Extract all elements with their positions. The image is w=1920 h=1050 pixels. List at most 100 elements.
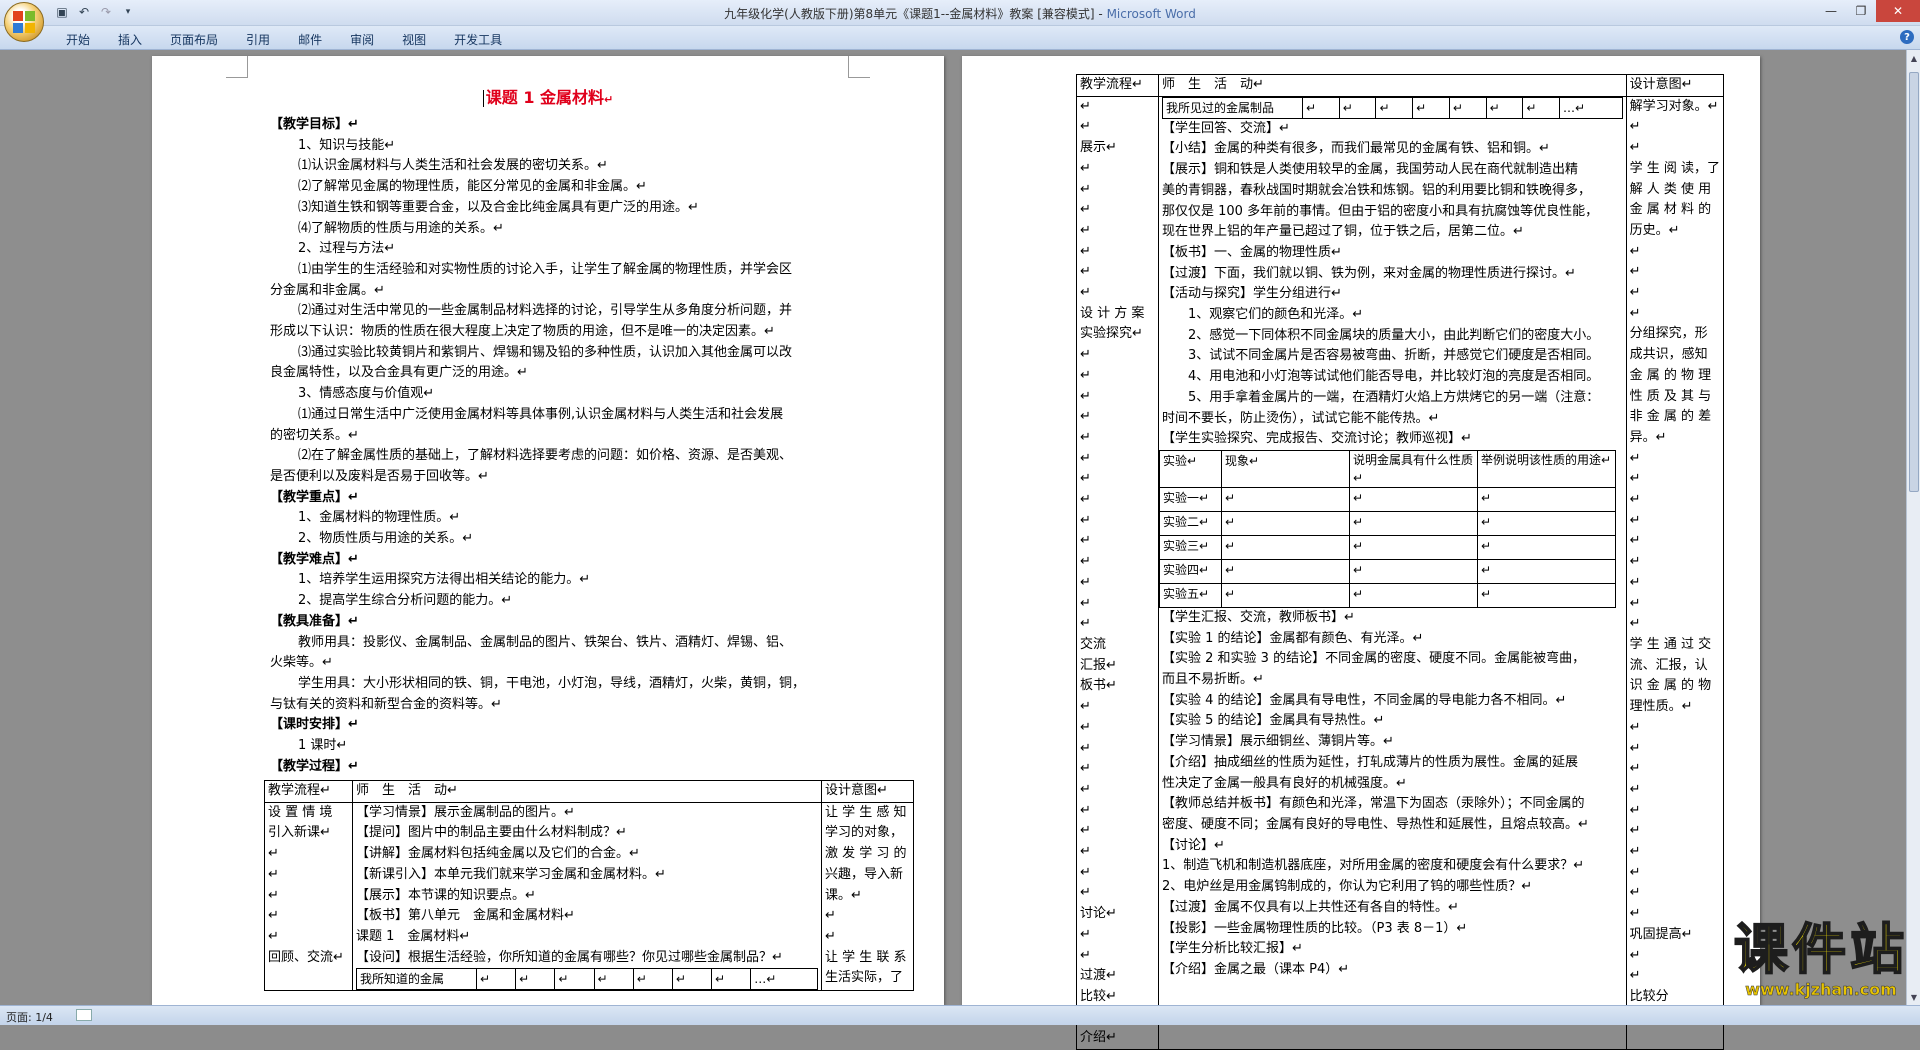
scroll-up-icon[interactable]: ▲ bbox=[1908, 52, 1920, 64]
intent-column: 解学习对象。↵ ↵ ↵ 学 生 阅 读，了解 人 类 使 用金 属 材 料 的历史。↵… bbox=[1625, 95, 1725, 1050]
close-icon[interactable]: ✕ bbox=[1876, 0, 1920, 22]
process-step: ↵ bbox=[1080, 533, 1091, 549]
process-step: ↵ bbox=[268, 846, 279, 862]
paragraph-line: ⑷了解物质的性质与用途的关系。↵ bbox=[298, 220, 504, 236]
tab-1[interactable]: 插入 bbox=[104, 29, 156, 50]
intent-line: ↵ bbox=[825, 908, 836, 924]
document-page-1[interactable]: 课题 1 金属材料↵ 【教学目标】↵ 1、知识与技能↵ ⑴认识金属材料与人类生活和社… bbox=[152, 56, 944, 1005]
activity-line: 【学生汇报、交流，教师板书】↵ bbox=[1162, 609, 1355, 625]
paragraph-line: ⑶知道生铁和钢等重要合金，以及合金比纯金属具有更广泛的用途。↵ bbox=[298, 199, 699, 215]
activity-column: 【学习情景】展示金属制品的图片。↵ 【提问】图片中的制品主要由什么材料制成？↵ 【讲… bbox=[352, 801, 822, 992]
process-step: ↵ bbox=[1080, 844, 1091, 860]
watermark-url: www.kjzhan.com bbox=[1745, 980, 1897, 1000]
table-cell: ↵ bbox=[1477, 510, 1616, 536]
process-step: 汇报↵ bbox=[1080, 657, 1117, 673]
minimize-icon[interactable]: — bbox=[1816, 0, 1846, 22]
table-header: 举例说明该性质的用途↵ bbox=[1477, 449, 1616, 488]
activity-line: 5、用手拿着金属片的一端，在酒精灯火焰上方烘烤它的另一端（注意： bbox=[1162, 389, 1600, 405]
intent-line: 理性质。↵ bbox=[1629, 699, 1693, 715]
process-step: ↵ bbox=[1080, 409, 1091, 425]
tab-6[interactable]: 视图 bbox=[388, 29, 440, 50]
activity-line: 【实验 1 的结论】金属都有颜色、有光泽。↵ bbox=[1162, 630, 1424, 646]
section-heading: 【教具准备】↵ bbox=[270, 613, 359, 629]
customize-icon[interactable]: ▾ bbox=[120, 4, 136, 20]
scroll-down-icon[interactable]: ▼ bbox=[1908, 991, 1920, 1003]
process-step: ↵ bbox=[1080, 823, 1091, 839]
table-cell: ↵ bbox=[1477, 558, 1616, 584]
undo-icon[interactable]: ↶ bbox=[76, 4, 92, 20]
table-cell: 实验四↵ bbox=[1159, 558, 1222, 584]
intent-line: ↵ bbox=[1629, 554, 1641, 570]
tab-3[interactable]: 引用 bbox=[232, 29, 284, 50]
intent-line: 识 金 属 的 物 bbox=[1629, 678, 1712, 694]
intent-line: ↵ bbox=[1629, 781, 1641, 797]
table-cell: 实验二↵ bbox=[1159, 510, 1222, 536]
tab-5[interactable]: 审阅 bbox=[336, 29, 388, 50]
paragraph-line: ⑵了解常见金属的物理性质，能区分常见的金属和非金属。↵ bbox=[298, 179, 647, 195]
table-cell: 实验三↵ bbox=[1159, 534, 1222, 560]
app-name: Microsoft Word bbox=[1106, 7, 1196, 21]
seen-products-table: 我所见过的金属制品 ↵ ↵ ↵ ↵ ↵ ↵ ↵ …↵ bbox=[1162, 96, 1623, 119]
tab-0[interactable]: 开始 bbox=[52, 29, 104, 50]
tab-7[interactable]: 开发工具 bbox=[440, 29, 516, 50]
intent-line: 激 发 学 习 的 bbox=[825, 846, 907, 862]
process-step: ↵ bbox=[268, 866, 279, 882]
activity-line: 美的青铜器，春秋战国时期就会冶铁和炼钢。铝的利用要比铜和铁晚得多， bbox=[1162, 182, 1592, 198]
crop-mark bbox=[226, 56, 248, 78]
window-controls: — ❐ ✕ bbox=[1816, 0, 1920, 22]
intent-line: ↵ bbox=[1629, 140, 1641, 156]
known-metals-table: 我所知道的金属 ↵ ↵ ↵ ↵ ↵ ↵ ↵ …↵ bbox=[356, 968, 818, 991]
process-step: 设 置 情 境 bbox=[268, 804, 333, 820]
document-title: 九年级化学(人教版下册)第8单元《课题1--金属材料》教案 [兼容模式] - bbox=[724, 7, 1107, 21]
process-step: 过渡↵ bbox=[1080, 968, 1117, 984]
table-header: 现象↵ bbox=[1221, 449, 1350, 488]
paragraph-line: 2、提高学生综合分析问题的能力。↵ bbox=[298, 593, 513, 609]
vertical-scrollbar[interactable]: ▲ ▼ bbox=[1906, 50, 1920, 1005]
activity-line: 2、感觉一下同体积不同金属块的质量大小，由此判断它们的密度大小。 bbox=[1162, 327, 1600, 343]
paragraph-line: ⑴认识金属材料与人类生活和社会发展的密切关系。↵ bbox=[298, 158, 608, 174]
quick-access-toolbar: ▣ ↶ ↷ ▾ bbox=[54, 4, 136, 20]
intent-line: 学习的对象， bbox=[825, 825, 904, 841]
office-button[interactable] bbox=[4, 2, 44, 42]
table-cell: ↵ bbox=[1477, 582, 1616, 608]
page-indicator[interactable]: 页面: 1/4 bbox=[6, 1009, 53, 1025]
activity-line: 【过渡】金属不仅具有以上共性还有各自的特性。↵ bbox=[1162, 899, 1459, 915]
activity-line: 【讨论】↵ bbox=[1162, 837, 1225, 853]
activity-line: 【设问】根据生活经验，你所知道的金属有哪些？你见过哪些金属制品？↵ bbox=[356, 949, 783, 965]
table-cell: ↵ bbox=[1349, 486, 1478, 512]
intent-line: 异。↵ bbox=[1629, 429, 1667, 445]
table-cell: ↵ bbox=[1477, 486, 1616, 512]
tab-2[interactable]: 页面布局 bbox=[156, 29, 232, 50]
paragraph-line: ⑵通过对生活中常见的一些金属制品材料选择的讨论，引导学生从多角度分析问题，并 bbox=[298, 303, 793, 319]
document-page-2[interactable]: 教学流程↵ 师 生 活 动↵ 设计意图↵ ↵ ↵ 展示↵ ↵ ↵ ↵ ↵ ↵ ↵ ↵ 设 计 方 案… bbox=[962, 56, 1760, 1050]
table-header: 教学流程↵ bbox=[264, 780, 353, 803]
intent-line: 历史。↵ bbox=[1629, 222, 1680, 238]
paragraph-line: 分金属和非金属。↵ bbox=[270, 282, 385, 298]
save-icon[interactable]: ▣ bbox=[54, 4, 70, 20]
title-bar: 九年级化学(人教版下册)第8单元《课题1--金属材料》教案 [兼容模式] - M… bbox=[0, 0, 1920, 26]
tab-4[interactable]: 邮件 bbox=[284, 29, 336, 50]
maximize-icon[interactable]: ❐ bbox=[1846, 0, 1876, 22]
paragraph-line: ⑴通过日常生活中广泛使用金属材料等具体事例,认识金属材料与人类生活和社会发展 bbox=[298, 406, 784, 422]
process-step: 设 计 方 案 bbox=[1080, 305, 1145, 321]
redo-icon[interactable]: ↷ bbox=[98, 4, 114, 20]
process-step: ↵ bbox=[1080, 492, 1091, 508]
process-step: ↵ bbox=[1080, 388, 1091, 404]
intent-line: ↵ bbox=[1629, 305, 1641, 321]
process-step: ↵ bbox=[1080, 781, 1091, 797]
proofing-icon[interactable] bbox=[76, 1009, 92, 1021]
intent-line: ↵ bbox=[1629, 761, 1641, 777]
section-heading: 【教学重点】↵ bbox=[270, 489, 359, 505]
activity-line: 1、观察它们的颜色和光泽。↵ bbox=[1162, 307, 1364, 323]
intent-line: ↵ bbox=[1629, 243, 1641, 259]
help-icon[interactable]: ? bbox=[1900, 30, 1914, 44]
intent-line: 巩固提高↵ bbox=[1629, 926, 1693, 942]
intent-line: ↵ bbox=[825, 928, 836, 944]
table-cell: ↵ bbox=[475, 968, 517, 991]
activity-line: 课题 1 金属材料↵ bbox=[356, 928, 471, 944]
activity-line: 【教师总结并板书】有颜色和光泽，常温下为固态（汞除外）；不同金属的 bbox=[1162, 796, 1585, 812]
intent-line: ↵ bbox=[1629, 512, 1641, 528]
scrollbar-thumb[interactable] bbox=[1909, 72, 1919, 492]
process-step: ↵ bbox=[1080, 264, 1091, 280]
table-cell: ↵ bbox=[1375, 96, 1414, 119]
